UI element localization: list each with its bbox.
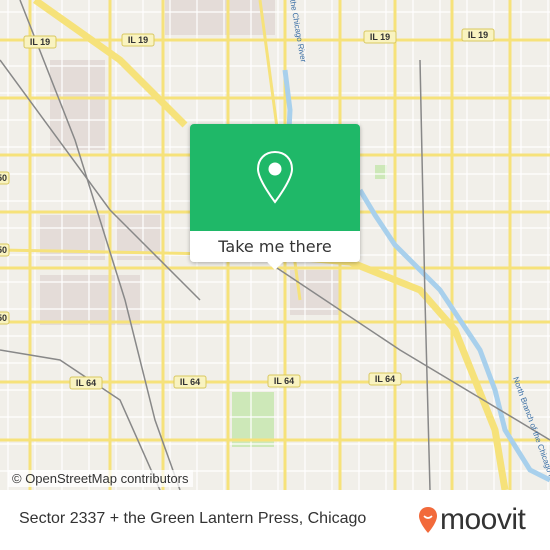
route-shield: IL 19 [23, 35, 57, 49]
route-shield: 50 [0, 311, 10, 325]
footer: Sector 2337 + the Green Lantern Press, C… [0, 490, 550, 550]
route-shield-label: 50 [0, 173, 7, 183]
route-shield: 50 [0, 243, 10, 257]
moovit-pin-icon [419, 507, 437, 533]
route-shield: IL 19 [121, 33, 155, 47]
route-shield: IL 19 [461, 28, 495, 42]
route-shield-label: IL 64 [180, 377, 200, 387]
location-popup: Take me there [190, 124, 360, 270]
route-shield: 50 [0, 171, 10, 185]
route-shield-label: IL 64 [274, 376, 294, 386]
place-name: Sector 2337 + the Green Lantern Press, C… [19, 510, 367, 527]
route-shield-label: IL 64 [375, 374, 395, 384]
route-shield-label: IL 19 [30, 37, 50, 47]
route-shield-label: IL 19 [128, 35, 148, 45]
popup-pointer [267, 262, 283, 270]
moovit-logo[interactable]: moovit [418, 503, 526, 537]
map-pin-icon [256, 150, 294, 204]
take-me-there-button[interactable]: Take me there [190, 231, 360, 262]
route-shield-label: IL 19 [468, 30, 488, 40]
route-shield: IL 64 [368, 372, 402, 386]
route-shield: IL 64 [69, 376, 103, 390]
route-shield-label: IL 64 [76, 378, 96, 388]
route-shield: IL 64 [173, 375, 207, 389]
route-shield-label: 50 [0, 245, 7, 255]
route-shield: IL 64 [267, 374, 301, 388]
popup-header [190, 124, 360, 231]
brand-name: moovit [440, 503, 526, 536]
route-shield-label: 50 [0, 313, 7, 323]
map-attribution[interactable]: © OpenStreetMap contributors [8, 470, 193, 487]
route-shield: IL 19 [363, 30, 397, 44]
route-shield-label: IL 19 [370, 32, 390, 42]
